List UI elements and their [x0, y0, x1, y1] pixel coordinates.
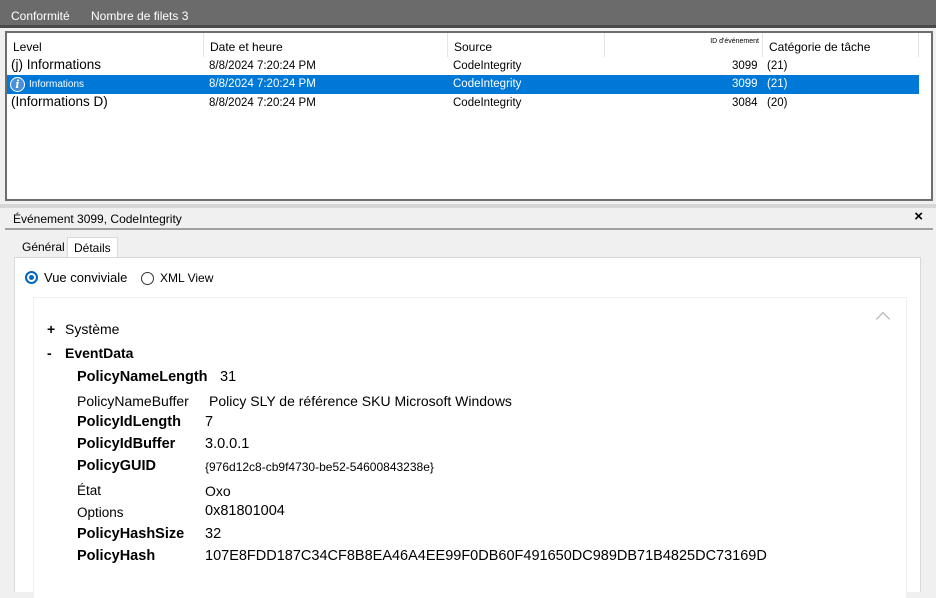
- row-event-id: 3099: [732, 78, 758, 90]
- column-header-source[interactable]: Source: [448, 33, 605, 57]
- row-date: 8/8/2024 7:20:24 PM: [209, 78, 316, 90]
- row-date: 8/8/2024 7:20:24 PM: [209, 60, 316, 72]
- row-category: (21): [767, 60, 788, 72]
- column-header-level[interactable]: Level: [7, 33, 204, 57]
- row-category: (21): [767, 78, 788, 90]
- tab-details[interactable]: Détails: [67, 237, 118, 258]
- field-key: PolicyIdLength: [77, 414, 181, 430]
- field-key: PolicyNameBuffer: [77, 393, 189, 409]
- radio-unselected-icon[interactable]: [141, 272, 154, 285]
- column-header-category[interactable]: Catégorie de tâche: [763, 33, 919, 57]
- field-value: 32: [205, 526, 222, 542]
- field-key: État: [77, 483, 102, 498]
- chevron-up-icon[interactable]: [875, 311, 891, 327]
- field-key: PolicyHashSize: [77, 526, 185, 542]
- tab-general[interactable]: Général: [16, 237, 71, 258]
- row-event-id: 3084: [732, 97, 758, 109]
- row-category: (20): [767, 97, 788, 109]
- filter-count-label: Nombre de filets 3: [91, 9, 189, 23]
- field-key: PolicyNameLength: [77, 369, 208, 385]
- event-list[interactable]: Level Date et heure Source ID d'événemen…: [5, 31, 933, 201]
- row-level: Informations: [29, 79, 85, 90]
- row-source: CodeIntegrity: [453, 97, 522, 109]
- field-value: Oxo: [205, 483, 231, 499]
- details-panel: Vue conviviale XML View + Système - Even…: [14, 257, 921, 598]
- expand-system-toggle[interactable]: +: [47, 321, 55, 337]
- field-value: 0x81801004: [205, 503, 285, 519]
- field-key: Options: [77, 505, 124, 520]
- table-row[interactable]: (Informations D) 8/8/2024 7:20:24 PM Cod…: [7, 94, 919, 113]
- info-icon: i: [10, 77, 25, 92]
- row-event-id: 3099: [732, 60, 758, 72]
- field-value: 3.0.0.1: [205, 436, 250, 452]
- row-source: CodeIntegrity: [453, 78, 522, 90]
- column-header-event-id[interactable]: ID d'événement: [605, 33, 763, 57]
- collapse-eventdata-toggle[interactable]: -: [47, 345, 52, 361]
- field-value: Policy SLY de référence SKU Microsoft Wi…: [209, 393, 512, 409]
- row-level: (Informations D): [11, 94, 108, 109]
- details-title: Événement 3099, CodeIntegrity: [13, 212, 182, 226]
- row-source: CodeIntegrity: [453, 60, 522, 72]
- field-value: 107E8FDD187C34CF8B8EA46A4EE99F0DB60F4916…: [205, 548, 767, 564]
- column-header-date[interactable]: Date et heure: [204, 33, 448, 57]
- field-value: 7: [205, 414, 214, 430]
- event-data-view: + Système - EventData PolicyNameLength 3…: [34, 298, 906, 598]
- system-node-label[interactable]: Système: [65, 321, 119, 337]
- field-key: PolicyGUID: [77, 458, 156, 474]
- field-key: PolicyHash: [77, 548, 156, 564]
- tab-conformite[interactable]: Conformité: [11, 9, 70, 23]
- radio-xml-label: XML View: [160, 271, 214, 285]
- close-icon[interactable]: ×: [914, 208, 923, 225]
- radio-friendly-label: Vue conviviale: [44, 270, 128, 285]
- field-value: 31: [220, 369, 237, 385]
- table-row-selected[interactable]: i Informations 8/8/2024 7:20:24 PM CodeI…: [7, 75, 919, 94]
- toolbar: Conformité Nombre de filets 3: [0, 0, 936, 28]
- field-value: {976d12c8-cb9f4730-be52-54600843238e}: [205, 460, 434, 474]
- details-header: Événement 3099, CodeIntegrity ×: [5, 208, 933, 230]
- radio-selected-icon[interactable]: [25, 271, 38, 284]
- row-level: (j) Informations: [11, 57, 102, 72]
- toolbar-divider: [0, 25, 936, 28]
- row-date: 8/8/2024 7:20:24 PM: [209, 97, 316, 109]
- field-key: PolicyIdBuffer: [77, 436, 176, 452]
- table-row[interactable]: (j) Informations 8/8/2024 7:20:24 PM Cod…: [7, 57, 919, 76]
- eventdata-node-label[interactable]: EventData: [65, 345, 133, 361]
